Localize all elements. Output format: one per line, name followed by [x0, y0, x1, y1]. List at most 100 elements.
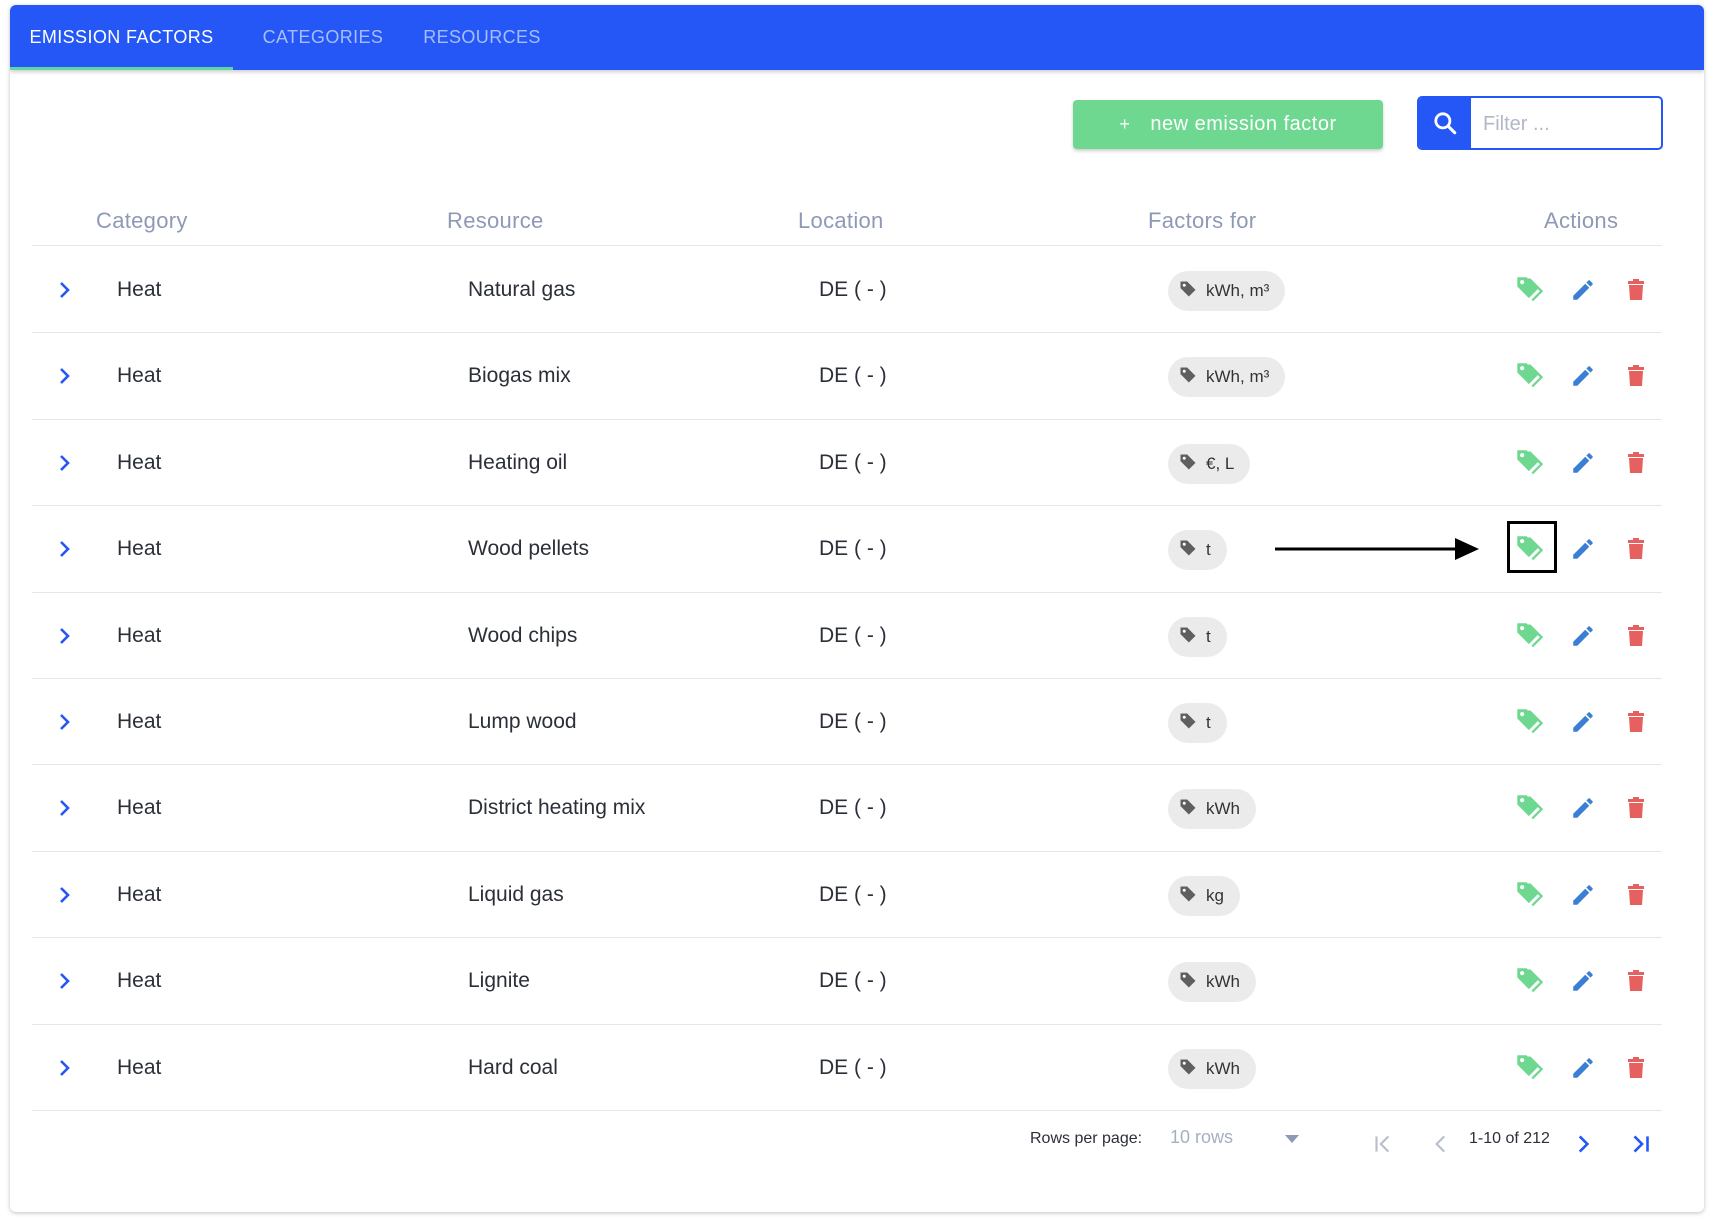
resource-cell: Wood pellets: [468, 537, 590, 560]
factors-for-chip: kg: [1168, 876, 1240, 916]
tag-icon: [1178, 365, 1206, 390]
edit-pencil-icon[interactable]: [1568, 1053, 1598, 1083]
location-cell: DE ( - ): [819, 883, 887, 906]
edit-pencil-icon[interactable]: [1568, 361, 1598, 391]
edit-pencil-icon[interactable]: [1568, 880, 1598, 910]
manage-factors-tag-icon[interactable]: [1515, 793, 1545, 823]
delete-trash-icon[interactable]: [1621, 1053, 1651, 1083]
resource-cell: Lignite: [468, 969, 530, 992]
category-cell: Heat: [117, 883, 162, 906]
edit-pencil-icon[interactable]: [1568, 707, 1598, 737]
category-cell: Heat: [117, 1056, 162, 1079]
expand-chevron-icon[interactable]: [54, 366, 74, 386]
tab-bar: EMISSION FACTORS CATEGORIES RESOURCES: [10, 5, 1704, 70]
new-emission-factor-button[interactable]: + new emission factor: [1073, 100, 1383, 149]
rows-per-page-select[interactable]: 10 rows: [1170, 1127, 1305, 1148]
expand-chevron-icon[interactable]: [54, 971, 74, 991]
header-divider: [32, 245, 1662, 246]
manage-factors-tag-icon[interactable]: [1515, 707, 1545, 737]
delete-trash-icon[interactable]: [1621, 448, 1651, 478]
column-header-actions: Actions: [1544, 208, 1619, 233]
location-cell: DE ( - ): [819, 537, 887, 560]
manage-factors-tag-icon[interactable]: [1515, 880, 1545, 910]
table-row[interactable]: Heat Wood chips DE ( - ) t: [32, 593, 1662, 679]
next-page-icon[interactable]: [1570, 1131, 1596, 1157]
resource-cell: District heating mix: [468, 796, 646, 819]
table-row[interactable]: Heat Biogas mix DE ( - ) kWh, m³: [32, 333, 1662, 419]
table-row[interactable]: Heat Lignite DE ( - ) kWh: [32, 938, 1662, 1024]
delete-trash-icon[interactable]: [1621, 621, 1651, 651]
category-cell: Heat: [117, 796, 162, 819]
column-header-factors-for[interactable]: Factors for: [1148, 208, 1256, 234]
edit-pencil-icon[interactable]: [1568, 621, 1598, 651]
column-header-location[interactable]: Location: [798, 208, 884, 234]
table-row[interactable]: Heat Lump wood DE ( - ) t: [32, 679, 1662, 765]
filter-input[interactable]: [1481, 98, 1655, 148]
expand-chevron-icon[interactable]: [54, 280, 74, 300]
expand-chevron-icon[interactable]: [54, 539, 74, 559]
location-cell: DE ( - ): [819, 451, 887, 474]
table-row[interactable]: Heat Heating oil DE ( - ) €, L: [32, 420, 1662, 506]
delete-trash-icon[interactable]: [1621, 880, 1651, 910]
delete-trash-icon[interactable]: [1621, 275, 1651, 305]
factors-for-chip: kWh, m³: [1168, 271, 1286, 311]
table-row[interactable]: Heat District heating mix DE ( - ) kWh: [32, 765, 1662, 851]
category-cell: Heat: [117, 278, 162, 301]
column-header-resource[interactable]: Resource: [447, 208, 544, 234]
factors-for-label: t: [1206, 627, 1211, 646]
manage-factors-tag-icon[interactable]: [1515, 361, 1545, 391]
plus-icon: +: [1119, 114, 1131, 134]
edit-pencil-icon[interactable]: [1568, 793, 1598, 823]
search-icon[interactable]: [1419, 98, 1471, 148]
factors-for-label: kWh, m³: [1206, 281, 1270, 300]
tag-icon: [1178, 279, 1206, 304]
expand-chevron-icon[interactable]: [54, 712, 74, 732]
tag-icon: [1178, 711, 1206, 736]
table-row[interactable]: Heat Natural gas DE ( - ) kWh, m³: [32, 247, 1662, 333]
delete-trash-icon[interactable]: [1621, 534, 1651, 564]
tab-categories[interactable]: CATEGORIES: [243, 5, 403, 70]
resource-cell: Biogas mix: [468, 364, 571, 387]
edit-pencil-icon[interactable]: [1568, 448, 1598, 478]
manage-factors-tag-icon[interactable]: [1515, 275, 1545, 305]
delete-trash-icon[interactable]: [1621, 793, 1651, 823]
edit-pencil-icon[interactable]: [1568, 966, 1598, 996]
category-cell: Heat: [117, 969, 162, 992]
last-page-icon[interactable]: [1628, 1131, 1654, 1157]
first-page-icon[interactable]: [1370, 1131, 1396, 1157]
tag-icon: [1178, 538, 1206, 563]
factors-for-label: t: [1206, 540, 1211, 559]
delete-trash-icon[interactable]: [1621, 361, 1651, 391]
resource-cell: Liquid gas: [468, 883, 564, 906]
resource-cell: Lump wood: [468, 710, 577, 733]
resource-cell: Natural gas: [468, 278, 576, 301]
tag-icon: [1178, 452, 1206, 477]
table-row[interactable]: Heat Liquid gas DE ( - ) kg: [32, 852, 1662, 938]
expand-chevron-icon[interactable]: [54, 626, 74, 646]
previous-page-icon[interactable]: [1428, 1131, 1454, 1157]
expand-chevron-icon[interactable]: [54, 453, 74, 473]
resource-cell: Wood chips: [468, 624, 578, 647]
edit-pencil-icon[interactable]: [1568, 534, 1598, 564]
manage-factors-tag-icon[interactable]: [1515, 966, 1545, 996]
row-divider: [32, 1110, 1662, 1111]
expand-chevron-icon[interactable]: [54, 885, 74, 905]
factors-for-label: kWh: [1206, 1059, 1240, 1078]
manage-factors-tag-icon[interactable]: [1515, 448, 1545, 478]
tab-resources[interactable]: RESOURCES: [408, 5, 556, 70]
factors-for-label: kWh: [1206, 799, 1240, 818]
edit-pencil-icon[interactable]: [1568, 275, 1598, 305]
tag-icon: [1178, 1057, 1206, 1082]
delete-trash-icon[interactable]: [1621, 966, 1651, 996]
expand-chevron-icon[interactable]: [54, 798, 74, 818]
manage-factors-tag-icon[interactable]: [1515, 621, 1545, 651]
location-cell: DE ( - ): [819, 1056, 887, 1079]
category-cell: Heat: [117, 451, 162, 474]
column-header-category[interactable]: Category: [96, 208, 188, 234]
tab-emission-factors[interactable]: EMISSION FACTORS: [10, 5, 233, 70]
page-range-text: 1-10 of 212: [1469, 1130, 1550, 1147]
expand-chevron-icon[interactable]: [54, 1058, 74, 1078]
manage-factors-tag-icon[interactable]: [1515, 1053, 1545, 1083]
delete-trash-icon[interactable]: [1621, 707, 1651, 737]
table-row[interactable]: Heat Hard coal DE ( - ) kWh: [32, 1025, 1662, 1111]
